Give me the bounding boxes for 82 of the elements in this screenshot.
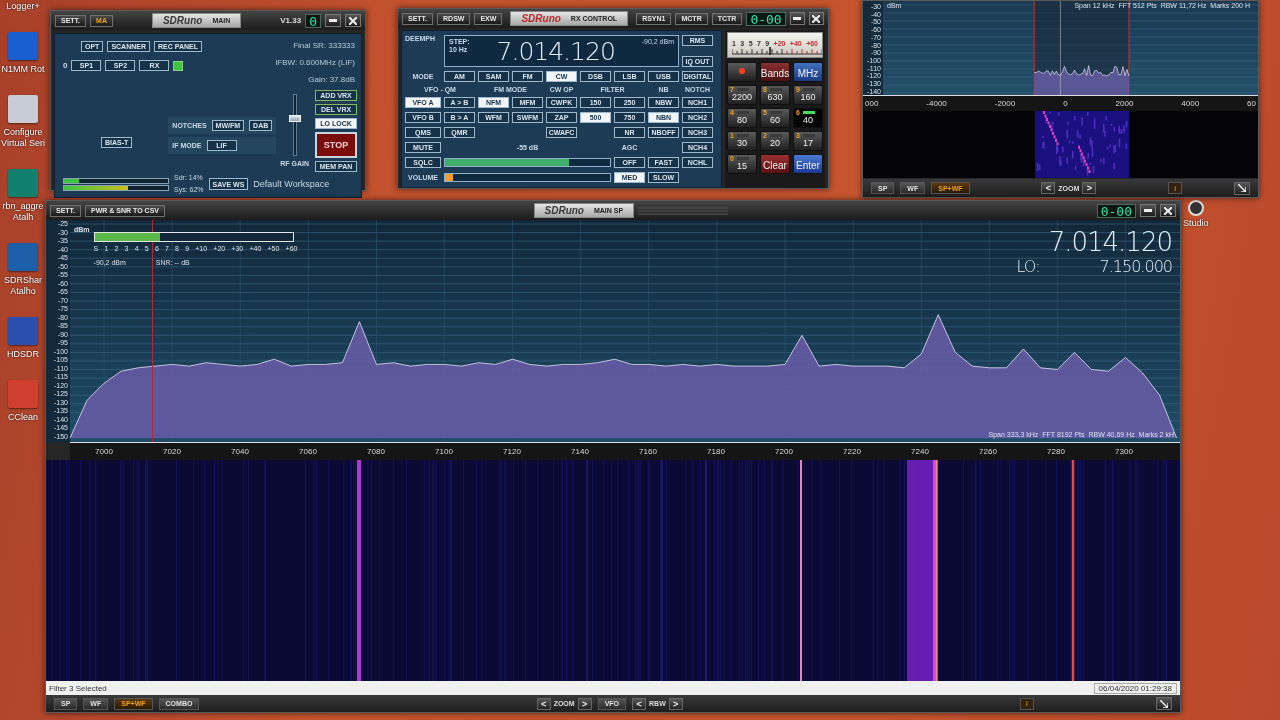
keypad-key[interactable] xyxy=(727,62,757,82)
desktop-label: N1MM Rot xyxy=(1,64,45,75)
resize-button[interactable] xyxy=(1156,697,1172,710)
slider-thumb[interactable] xyxy=(288,114,301,122)
minimize-button[interactable] xyxy=(789,12,805,25)
info-text: IFBW: 0.600MHz (LIF) xyxy=(275,57,355,69)
workspace-name: Default Workspace xyxy=(253,179,330,189)
axis-label: 2000 xyxy=(1115,99,1134,110)
next-button[interactable]: > xyxy=(1082,182,1097,194)
desktop-label: rbn_aggre Atalh xyxy=(2,201,44,223)
axis-label: 7100 xyxy=(434,447,454,456)
axis-label: 7060 xyxy=(298,447,318,456)
axis-label: 7260 xyxy=(978,447,998,456)
lo-label: LO: xyxy=(1016,258,1040,276)
desktop-label: Studio xyxy=(1183,218,1209,229)
stop-button[interactable]: STOP xyxy=(315,132,358,158)
minimize-button[interactable] xyxy=(325,14,341,27)
keypad-key[interactable]: Enter xyxy=(793,154,823,174)
next-button[interactable]: > xyxy=(668,697,683,710)
resize-icon xyxy=(1238,184,1246,192)
axis-label: 7160 xyxy=(638,447,658,456)
frequency-readout: 7.014.120 xyxy=(1048,228,1172,256)
timestamp: 06/04/2020 01:29:38 xyxy=(1093,682,1177,694)
info-button[interactable]: i xyxy=(1020,697,1034,710)
axis-label: 0 xyxy=(1063,99,1068,110)
keypad-key[interactable]: MHz xyxy=(793,62,823,82)
desktop-label: Logger+ xyxy=(6,1,40,12)
previous-button[interactable]: < xyxy=(632,697,647,710)
desktop-label: HDSDR xyxy=(7,349,39,360)
resize-icon xyxy=(1160,699,1168,708)
frequency-readout: 7.014.120 xyxy=(496,38,615,66)
axis-label: 60 xyxy=(1247,99,1256,110)
axis-label: 7180 xyxy=(706,447,726,456)
clock-display: 0-00 xyxy=(746,11,786,26)
desktop-label: Configure Virtual Seri xyxy=(1,127,45,149)
close-icon xyxy=(349,16,357,25)
close-icon xyxy=(812,14,821,23)
disc-icon[interactable] xyxy=(1187,200,1204,216)
desktop-label: CClean xyxy=(8,412,38,423)
previous-button[interactable]: < xyxy=(1041,182,1056,194)
axis-label: 7000 xyxy=(94,447,114,456)
version-label: V1.33 xyxy=(280,16,302,25)
axis-label: 7240 xyxy=(910,447,930,456)
brand-logo: SDRuno xyxy=(162,15,203,26)
lo-frequency: 7.150.000 xyxy=(1099,258,1172,276)
axis-label: 7220 xyxy=(842,447,862,456)
clock-display: 0-00 xyxy=(1096,203,1136,218)
brand-logo: SDRuno xyxy=(544,205,584,216)
axis-label: 7140 xyxy=(570,447,590,456)
axis-label: 7040 xyxy=(230,447,250,456)
close-button[interactable] xyxy=(345,14,361,27)
status-text: Filter 3 Selected xyxy=(49,683,107,693)
desktop-label: SDRShar Atalho xyxy=(4,275,42,297)
info-button[interactable]: i xyxy=(1168,182,1182,194)
axis-label: 7300 xyxy=(1114,447,1134,456)
brand-logo: SDRuno xyxy=(521,13,561,24)
minimize-icon xyxy=(329,19,337,22)
axis-label: 7020 xyxy=(162,447,182,456)
axis-label: 000 xyxy=(865,99,879,110)
keypad-key[interactable]: Bands xyxy=(760,62,790,82)
info-text: Gain: 37.8dB xyxy=(308,74,355,86)
minimize-icon xyxy=(793,17,802,20)
previous-button[interactable]: < xyxy=(536,697,551,710)
dot-icon xyxy=(739,68,745,74)
info-text: Final SR: 333333 xyxy=(293,40,355,52)
digit-display: 0 xyxy=(305,13,321,28)
axis-label: 7080 xyxy=(366,447,386,456)
axis-label: 7120 xyxy=(502,447,522,456)
keypad-key[interactable]: Clear xyxy=(760,154,790,174)
axis-label: 7280 xyxy=(1046,447,1066,456)
resize-button[interactable] xyxy=(1234,181,1250,195)
axis-label: 4000 xyxy=(1181,99,1200,110)
index-label: 0 xyxy=(63,61,68,70)
axis-label: -2000 xyxy=(994,99,1016,110)
close-button[interactable] xyxy=(1160,204,1176,217)
axis-label: -4000 xyxy=(926,99,947,110)
close-icon xyxy=(1164,206,1172,215)
next-button[interactable]: > xyxy=(577,697,592,710)
minimize-button[interactable] xyxy=(1140,204,1156,217)
close-button[interactable] xyxy=(808,12,824,25)
minimize-icon xyxy=(1144,209,1152,212)
axis-label: 7200 xyxy=(774,447,794,456)
